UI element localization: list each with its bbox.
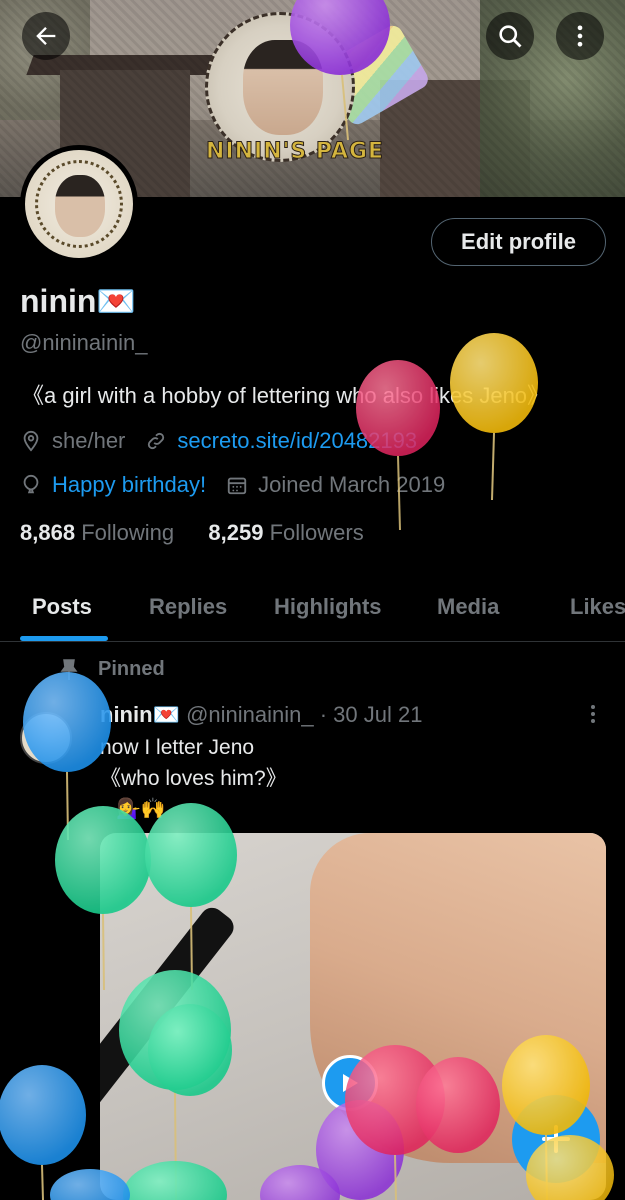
balloon-blue-3 (50, 1169, 130, 1200)
balloon-purple-top (290, 0, 390, 141)
balloon-green-1 (55, 806, 151, 991)
balloon-green-5 (123, 1161, 227, 1200)
balloon-yellow-3 (526, 1135, 614, 1200)
balloon-red-1 (356, 360, 440, 531)
balloon-green-2 (145, 803, 237, 991)
balloon-red-3 (416, 1057, 500, 1153)
balloon-green-4 (148, 1004, 232, 1096)
birthday-balloons-overlay (0, 0, 614, 1200)
balloon-yellow-1 (450, 333, 538, 501)
